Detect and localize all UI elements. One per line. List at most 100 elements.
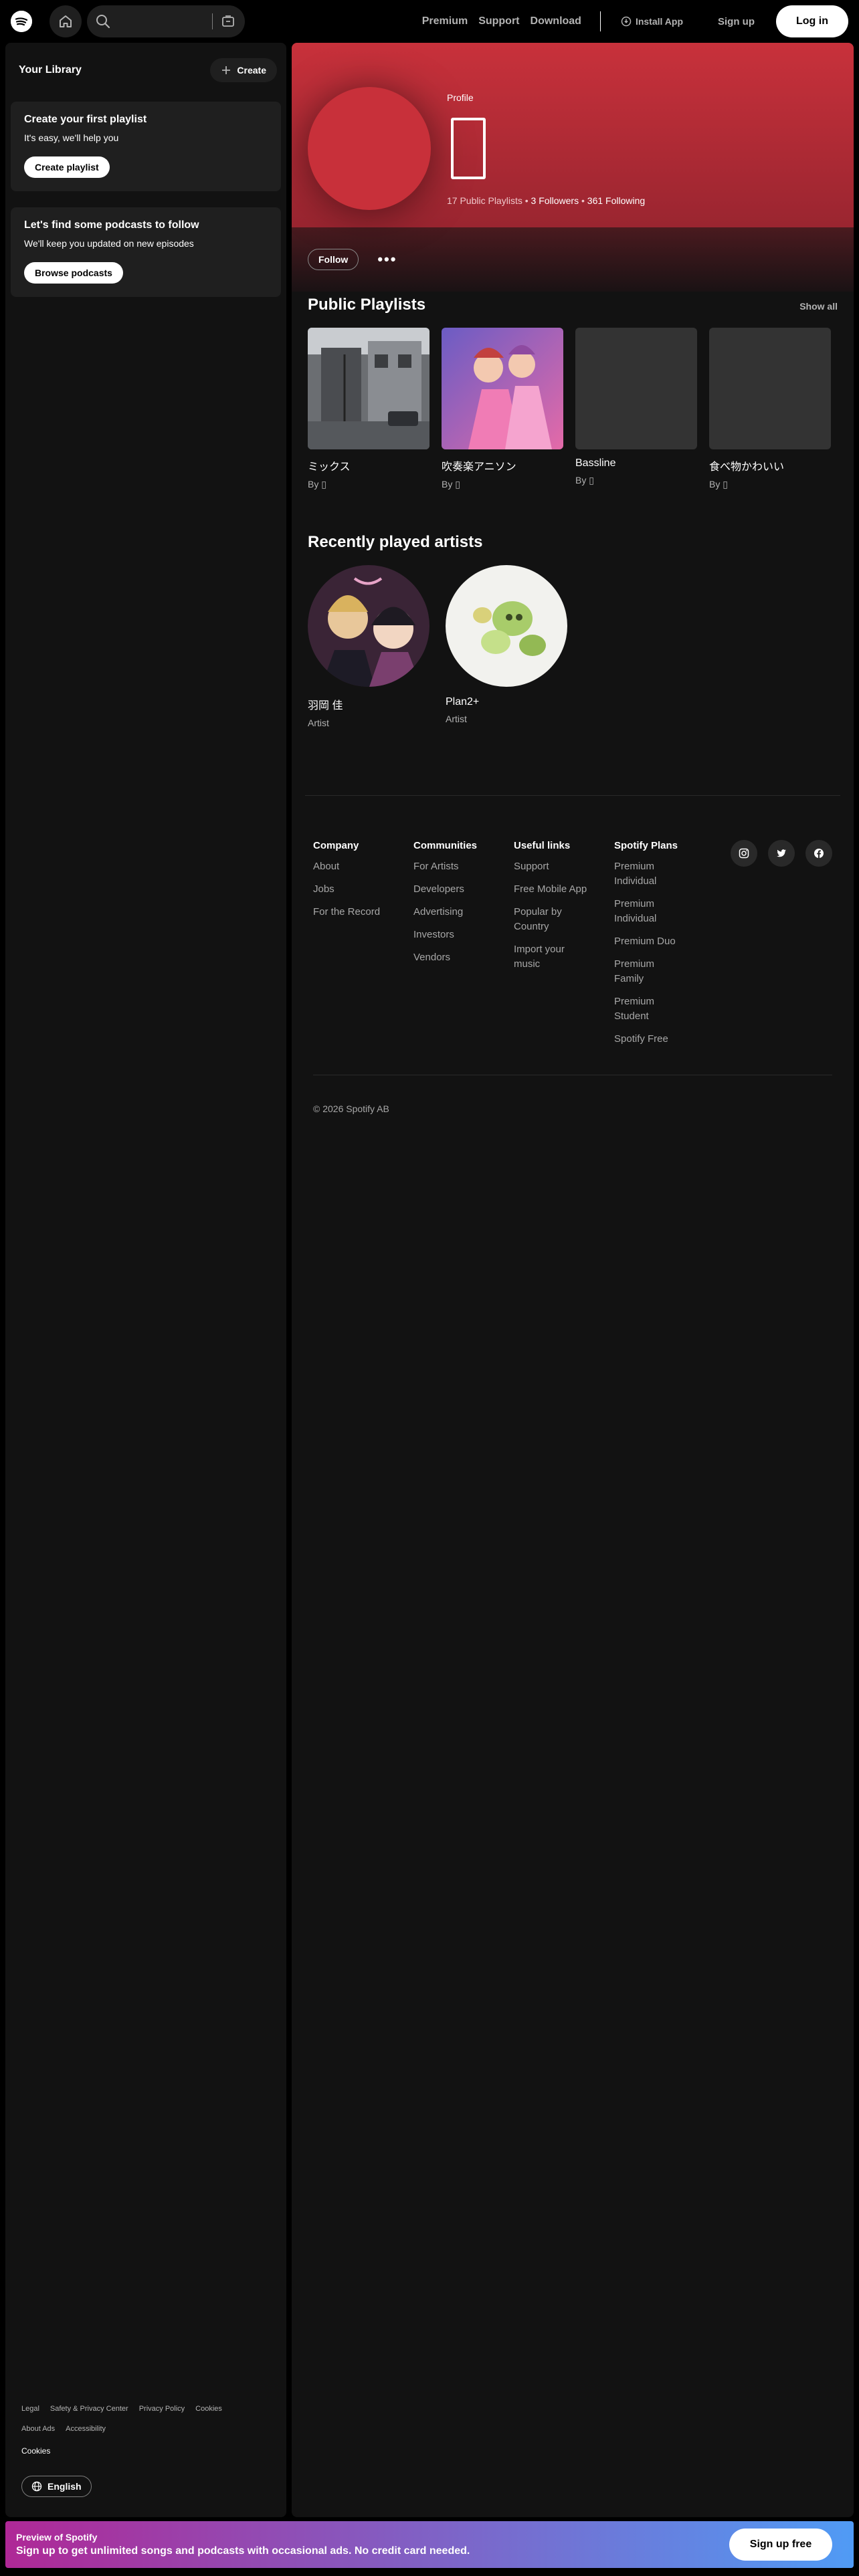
follow-button[interactable]: Follow (308, 249, 359, 270)
cookies-link[interactable]: Cookies (195, 2405, 222, 2413)
language-label: English (47, 2481, 82, 2492)
footer: Company About Jobs For the Record Commun… (292, 796, 854, 1055)
globe-icon (31, 2481, 42, 2492)
banner-title: Preview of Spotify (16, 2532, 98, 2543)
footer-link[interactable]: Premium Individual (614, 859, 686, 889)
search-bar[interactable] (87, 5, 245, 37)
footer-link[interactable]: For Artists (413, 859, 486, 874)
cookies-settings-link[interactable]: Cookies (21, 2446, 276, 2456)
public-playlists-title[interactable]: Public Playlists (308, 296, 425, 314)
search-input[interactable] (118, 15, 205, 27)
public-playlists-section: Public Playlists Show all ミックス By ▯ 吹奏楽ア… (292, 296, 854, 490)
footer-link[interactable]: Premium Duo (614, 934, 686, 949)
legal-link[interactable]: Legal (21, 2405, 39, 2413)
playlist-card[interactable]: ミックス By ▯ (305, 328, 439, 490)
signup-banner[interactable]: Preview of Spotify Sign up to get unlimi… (5, 2521, 854, 2568)
footer-column-title: Spotify Plans (614, 840, 678, 851)
create-label: Create (237, 65, 266, 76)
nav-divider (599, 11, 601, 31)
create-button[interactable]: Create (210, 58, 277, 82)
artist-image (446, 565, 567, 687)
footer-link[interactable]: Premium Student (614, 994, 686, 1024)
playlist-name: ミックス (308, 461, 351, 473)
install-app-label: Install App (635, 16, 683, 27)
footer-link[interactable]: Premium Individual (614, 897, 686, 926)
nav-link-download[interactable]: Download (528, 15, 584, 27)
signup-link[interactable]: Sign up (718, 16, 755, 27)
login-button[interactable]: Log in (776, 5, 848, 37)
public-playlists-count: 17 Public Playlists (447, 195, 522, 206)
playlist-card[interactable]: 吹奏楽アニソン By ▯ (439, 328, 573, 490)
recent-artists-header: Recently played artists (305, 533, 840, 552)
profile-name-glyph (451, 118, 486, 179)
playlist-card[interactable]: 食べ物かわいい By ▯ (706, 328, 840, 490)
browse-podcasts-button[interactable]: Browse podcasts (24, 262, 123, 284)
browse-icon[interactable] (221, 14, 235, 29)
footer-link[interactable]: Free Mobile App (514, 882, 601, 897)
followers-link[interactable]: 3 Followers (531, 195, 579, 206)
footer-link[interactable]: Spotify Free (614, 1032, 686, 1047)
footer-link[interactable]: Vendors (413, 950, 486, 965)
profile-stats: 17 Public Playlists • 3 Followers • 361 … (447, 195, 645, 206)
language-button[interactable]: English (21, 2476, 92, 2497)
public-playlists-header: Public Playlists Show all (305, 296, 840, 314)
facebook-icon[interactable] (805, 840, 832, 867)
nav-link-premium[interactable]: Premium (419, 15, 470, 27)
home-button[interactable] (50, 5, 82, 37)
show-all-link[interactable]: Show all (799, 301, 838, 312)
artist-card[interactable]: Plan2+ Artist (443, 565, 581, 728)
footer-link[interactable]: Investors (413, 928, 486, 942)
footer-useful-links-column: Useful links Support Free Mobile App Pop… (514, 840, 614, 1055)
playlist-name: 吹奏楽アニソン (442, 461, 516, 473)
safety-privacy-link[interactable]: Safety & Privacy Center (50, 2405, 128, 2413)
playlist-card[interactable]: Bassline By ▯ (573, 328, 706, 490)
podcasts-card: Let's find some podcasts to follow We'll… (11, 207, 281, 297)
playlist-cover-anime (442, 328, 563, 449)
install-app-link[interactable]: Install App (621, 16, 683, 27)
stats-separator: • (524, 195, 531, 206)
footer-link[interactable]: Advertising (413, 905, 486, 920)
playlist-owner: By ▯ (442, 479, 460, 490)
artist-card[interactable]: 羽岡 佳 Artist (305, 565, 443, 728)
instagram-icon[interactable] (731, 840, 757, 867)
legal-links: Legal Safety & Privacy Center Privacy Po… (21, 2405, 276, 2445)
recent-artists-title[interactable]: Recently played artists (308, 533, 482, 552)
playlist-cover-empty (575, 328, 697, 449)
top-nav: Premium Support Download Install App Sig… (414, 5, 848, 37)
signup-free-button[interactable]: Sign up free (729, 2529, 832, 2561)
profile-info: Profile 17 Public Playlists • 3 Follower… (447, 92, 645, 210)
footer-link[interactable]: Jobs (313, 882, 385, 897)
playlist-cover-street (308, 328, 430, 449)
create-playlist-button[interactable]: Create playlist (24, 156, 110, 178)
download-circle-icon (621, 16, 632, 27)
footer-link[interactable]: About (313, 859, 385, 874)
artist-image (308, 565, 430, 687)
footer-company-column: Company About Jobs For the Record (313, 840, 413, 1055)
social-links (720, 840, 832, 1055)
footer-link[interactable]: Import your music (514, 942, 586, 972)
library-title[interactable]: Your Library (19, 64, 82, 76)
copyright-text: © 2026 Spotify AB (313, 1103, 389, 1114)
twitter-icon[interactable] (768, 840, 795, 867)
action-bar: Follow ••• (292, 227, 854, 292)
privacy-policy-link[interactable]: Privacy Policy (139, 2405, 185, 2413)
more-options-icon[interactable]: ••• (377, 251, 397, 268)
footer-link[interactable]: For the Record (313, 905, 385, 920)
playlist-name: 食べ物かわいい (709, 461, 785, 473)
accessibility-link[interactable]: Accessibility (66, 2425, 106, 2433)
footer-link[interactable]: Popular by Country (514, 905, 586, 934)
footer-plans-column: Spotify Plans Premium Individual Premium… (614, 840, 714, 1055)
podcasts-title: Let's find some podcasts to follow (24, 219, 199, 231)
footer-link[interactable]: Developers (413, 882, 486, 897)
playlist-cards: ミックス By ▯ 吹奏楽アニソン By ▯ Bassline By ▯ 食べ物… (305, 328, 840, 490)
about-ads-link[interactable]: About Ads (21, 2425, 55, 2433)
footer-link[interactable]: Premium Family (614, 957, 686, 986)
artist-cards: 羽岡 佳 Artist Plan2+ Artist (305, 565, 840, 728)
sidebar-footer: Legal Safety & Privacy Center Privacy Po… (21, 2405, 276, 2497)
following-link[interactable]: 361 Following (587, 195, 645, 206)
spotify-logo-icon[interactable] (11, 11, 32, 32)
footer-link[interactable]: Support (514, 859, 586, 874)
playlist-name: Bassline (575, 457, 616, 469)
nav-link-support[interactable]: Support (476, 15, 522, 27)
top-bar: Premium Support Download Install App Sig… (0, 0, 859, 43)
